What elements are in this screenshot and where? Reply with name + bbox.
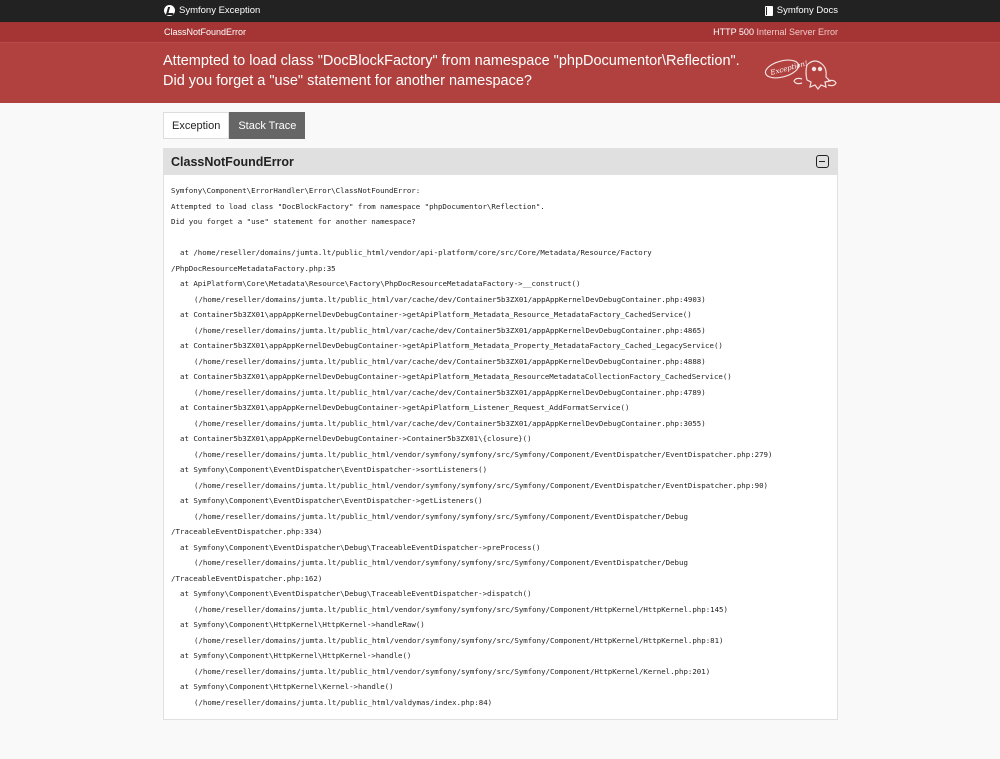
trace-line: at Container5b3ZX01\appAppKernelDevDebug… [180,403,630,412]
brand-label: Symfony Exception [179,5,261,16]
exception-message-line2: Did you forget a "use" statement for ano… [163,73,532,89]
book-icon [764,5,773,16]
docs-label: Symfony Docs [776,5,838,16]
panel-title: ClassNotFoundError [171,155,294,169]
trace-line: at /home/reseller/domains/jumta.lt/publi… [180,248,652,257]
trace-line: (/home/reseller/domains/jumta.lt/public_… [194,418,706,428]
trace-line: at Symfony\Component\HttpKernel\HttpKern… [180,620,425,629]
trace-line: (/home/reseller/domains/jumta.lt/public_… [194,511,688,521]
exception-ghost-icon: Exception! [764,59,837,90]
trace-line: (/home/reseller/domains/jumta.lt/public_… [194,666,711,676]
trace-line: Symfony\Component\ErrorHandler\Error\Cla… [171,186,421,195]
trace-line: (/home/reseller/domains/jumta.lt/public_… [194,356,706,366]
trace-line: (/home/reseller/domains/jumta.lt/public_… [194,558,688,567]
trace-line: at Symfony\Component\HttpKernel\Kernel->… [180,682,394,691]
trace-line: at Symfony\Component\EventDispatcher\Deb… [180,589,532,598]
trace-line: (/home/reseller/domains/jumta.lt/public_… [194,387,706,397]
http-status: HTTP 500 Internal Server Error [713,27,838,37]
stack-trace-text: Symfony\Component\ErrorHandler\Error\Cla… [171,183,831,710]
trace-line: (/home/reseller/domains/jumta.lt/public_… [194,480,768,490]
trace-line [171,230,831,246]
symfony-logo-icon [164,5,175,16]
trace-line: (/home/reseller/domains/jumta.lt/public_… [194,604,728,614]
trace-line: /PhpDocResourceMetadataFactory.php:35 [171,263,336,273]
trace-line: (/home/reseller/domains/jumta.lt/public_… [194,325,706,335]
trace-line: at Container5b3ZX01\appAppKernelDevDebug… [180,341,723,350]
trace-line: (/home/reseller/domains/jumta.lt/public_… [194,449,773,459]
exception-summary-bar: ClassNotFoundError HTTP 500 Internal Ser… [0,22,1000,43]
exception-message: Attempted to load class "DocBlockFactory… [163,51,743,91]
tab-exception[interactable]: Exception [163,112,230,139]
exception-class: ClassNotFoundError [164,27,247,37]
trace-line: (/home/reseller/domains/jumta.lt/public_… [194,294,706,304]
trace-line: (/home/reseller/domains/jumta.lt/public_… [194,635,724,645]
trace-line: at Container5b3ZX01\appAppKernelDevDebug… [180,372,732,381]
trace-line: /TraceableEventDispatcher.php:162) [171,573,323,583]
trace-line: Did you forget a "use" statement for ano… [171,217,416,226]
status-code: HTTP 500 [713,27,754,37]
trace-line: at Symfony\Component\EventDispatcher\Deb… [180,542,541,552]
view-tabs: Exception Stack Trace [163,112,306,139]
trace-line: at ApiPlatform\Core\Metadata\Resource\Fa… [180,279,581,288]
trace-line: (/home/reseller/domains/jumta.lt/public_… [194,697,493,707]
stack-trace-panel: ClassNotFoundError Symfony\Component\Err… [163,148,838,720]
exception-header: Attempted to load class "DocBlockFactory… [0,43,1000,103]
trace-line: at Container5b3ZX01\appAppKernelDevDebug… [180,434,532,443]
top-bar: Symfony Exception Symfony Docs [0,0,1000,22]
collapse-toggle-icon[interactable] [816,155,829,168]
tab-stack-trace[interactable]: Stack Trace [229,112,306,139]
trace-line: at Symfony\Component\EventDispatcher\Eve… [180,496,483,505]
trace-line: /TraceableEventDispatcher.php:334) [171,527,323,536]
symfony-docs-link[interactable]: Symfony Docs [764,5,838,16]
trace-line: at Container5b3ZX01\appAppKernelDevDebug… [180,310,692,319]
trace-line: Attempted to load class "DocBlockFactory… [171,201,545,211]
trace-line: at Symfony\Component\HttpKernel\HttpKern… [180,651,412,660]
exception-message-line1: Attempted to load class "DocBlockFactory… [163,53,740,69]
status-text: Internal Server Error [756,27,838,37]
symfony-exception-brand[interactable]: Symfony Exception [164,5,260,16]
trace-line: at Symfony\Component\EventDispatcher\Eve… [180,465,488,474]
panel-header: ClassNotFoundError [164,149,837,175]
